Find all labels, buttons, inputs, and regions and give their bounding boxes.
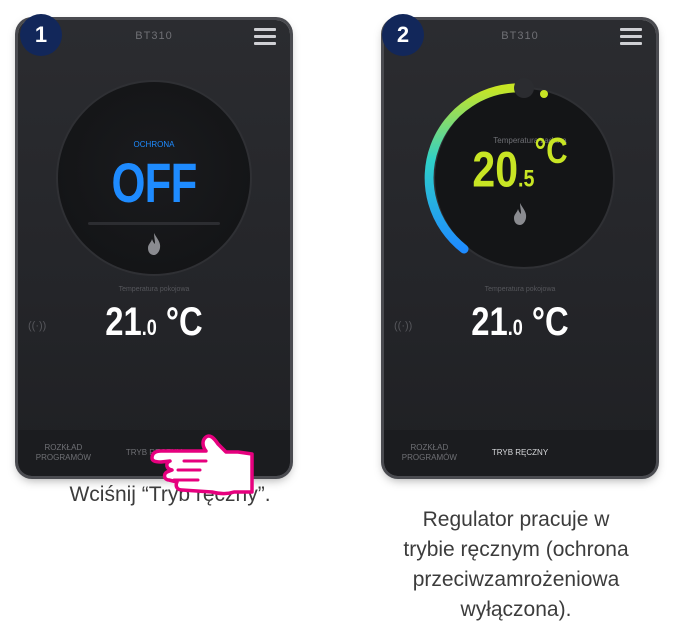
tab-schedule[interactable]: ROZKŁAD PROGRAMÓW [384, 443, 475, 463]
mode-dial[interactable]: OCHRONA OFF [58, 82, 250, 274]
phone-screen-step-1: BT310 OCHRONA OFF Temperatura pokojowa (… [18, 20, 290, 476]
room-temp-unit: °C [531, 300, 569, 344]
room-temperature: 21.0 °C [408, 300, 631, 345]
room-temp-whole: 21 [471, 300, 508, 344]
room-temp-decimal: .0 [507, 315, 523, 340]
flame-icon [148, 233, 161, 255]
set-temp-whole: 20 [472, 141, 519, 198]
bottom-nav: ROZKŁAD PROGRAMÓW TRYB RĘCZNY [384, 430, 656, 476]
menu-icon[interactable] [620, 28, 642, 45]
room-temp-decimal: .0 [141, 315, 157, 340]
set-temp-unit: °C [534, 130, 568, 171]
mode-off-value: OFF [111, 151, 197, 214]
set-temp-decimal: .5 [518, 165, 535, 193]
dial-label: OCHRONA [133, 140, 175, 149]
room-temp-unit: °C [165, 300, 203, 344]
caption-line: trybie ręcznym (ochrona [403, 538, 629, 561]
phone-screen-step-2: BT310 Temperatura zadana 20.5°C Temperat… [384, 20, 656, 476]
dial-divider [88, 222, 220, 225]
menu-icon[interactable] [254, 28, 276, 45]
caption-line: wyłączona). [460, 598, 572, 621]
room-temp-label: Temperatura pokojowa [118, 286, 190, 293]
tab-manual-mode[interactable]: TRYB RĘCZNY [475, 448, 566, 458]
step-2-caption: Regulator pracuje w trybie ręcznym (ochr… [366, 505, 666, 625]
pointing-hand-icon [150, 434, 254, 496]
tab-schedule[interactable]: ROZKŁAD PROGRAMÓW [18, 443, 109, 463]
room-temperature: 21.0 °C [42, 300, 265, 345]
room-temp-label: Temperatura pokojowa [484, 286, 556, 293]
flame-icon [514, 203, 527, 225]
step-1-badge: 1 [20, 14, 62, 56]
app-title: BT310 [501, 30, 539, 42]
caption-line: Regulator pracuje w [422, 508, 610, 531]
room-temp-whole: 21 [105, 300, 142, 344]
caption-line: przeciwzamrożeniowa [412, 568, 620, 591]
step-2-badge: 2 [382, 14, 424, 56]
set-temperature: 20.5°C [408, 130, 631, 199]
